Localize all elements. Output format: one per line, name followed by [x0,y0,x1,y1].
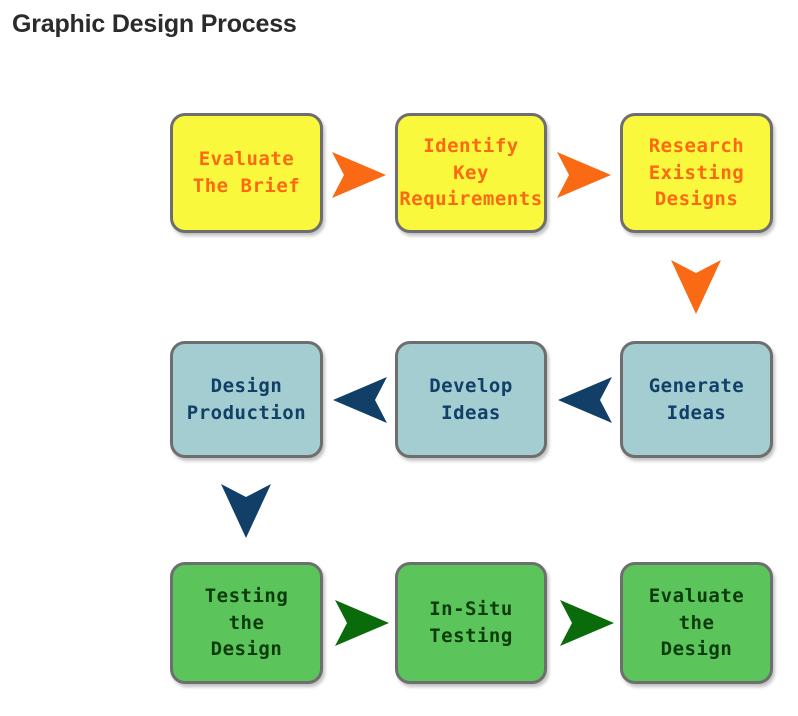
flow-node-label: Design Production [186,374,307,424]
flow-node-label: Generate Ideas [648,374,745,424]
arrow-right-orange-1 [330,146,388,204]
flow-node-label: In-Situ Testing [429,598,513,647]
flow-node-label: Evaluate the Design [648,584,745,661]
arrow-down-orange [667,258,725,320]
flow-node-label: Research Existing Designs [648,134,745,211]
flow-node-generate-ideas[interactable]: Generate Ideas [620,341,773,458]
flow-node-label: Develop Ideas [429,374,513,424]
flowchart-canvas: Evaluate The Brief Identify Key Requirem… [0,0,798,716]
flow-node-evaluate-the-brief[interactable]: Evaluate The Brief [170,113,323,233]
arrow-right-orange-2 [555,146,613,204]
flow-node-testing-the-design[interactable]: Testing the Design [170,562,323,684]
flow-node-label: Identify Key Requirements [399,134,543,211]
flow-node-label: Evaluate The Brief [192,148,301,197]
arrow-left-navy-1 [331,371,389,429]
flow-node-in-situ-testing[interactable]: In-Situ Testing [395,562,547,684]
flow-node-research-existing-designs[interactable]: Research Existing Designs [620,113,773,233]
flow-node-develop-ideas[interactable]: Develop Ideas [395,341,547,458]
flow-node-design-production[interactable]: Design Production [170,341,323,458]
flow-node-identify-key-requirements[interactable]: Identify Key Requirements [395,113,547,233]
arrow-left-navy-2 [556,371,614,429]
arrow-down-navy [217,482,275,544]
arrow-right-green-2 [558,594,616,652]
flow-node-evaluate-the-design[interactable]: Evaluate the Design [620,562,773,684]
flow-node-label: Testing the Design [204,584,289,661]
arrow-right-green-1 [333,594,391,652]
